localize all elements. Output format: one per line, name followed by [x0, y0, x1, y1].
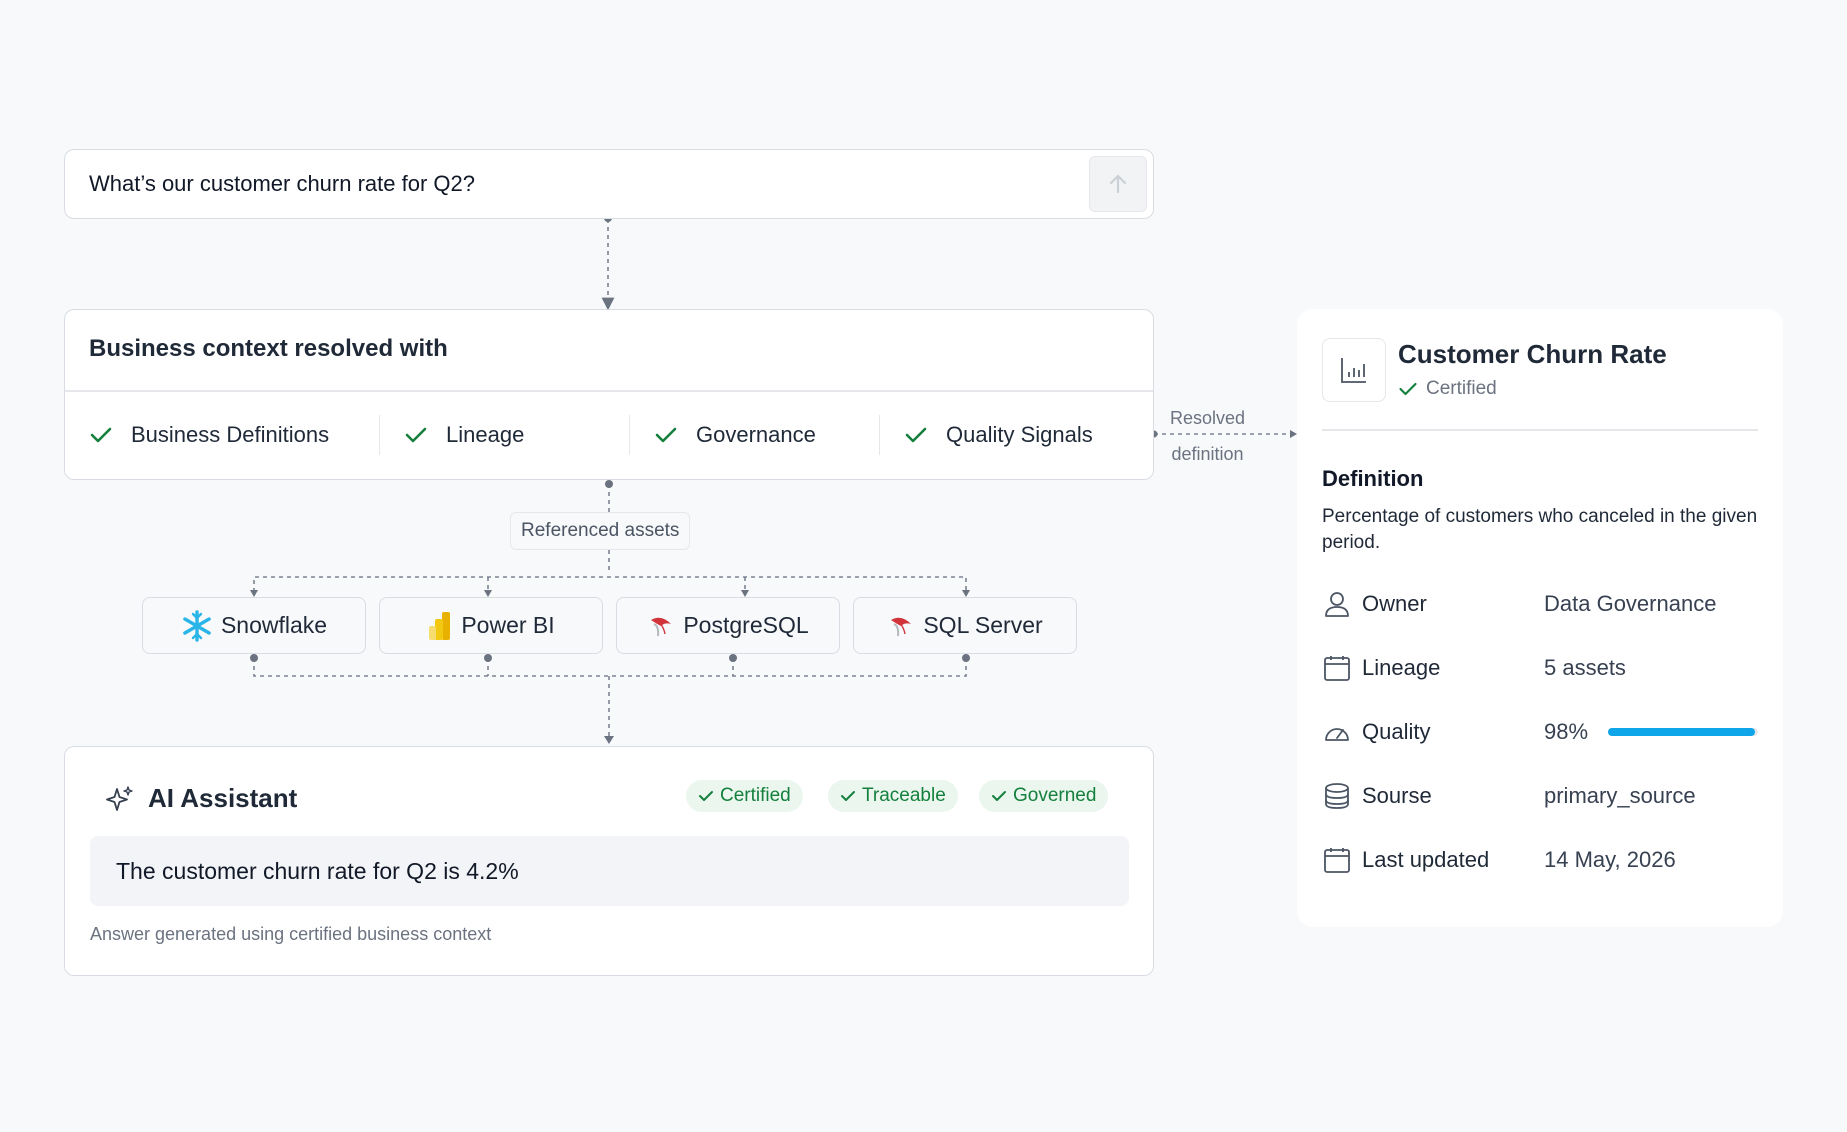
asset-name: SQL Server — [923, 612, 1043, 638]
check-icon — [992, 791, 1006, 801]
metric-icon — [1322, 338, 1386, 402]
detail-divider — [1322, 429, 1758, 431]
property-value: 5 assets — [1544, 655, 1626, 680]
resolved-definition-label: Resolved definition — [1170, 400, 1245, 472]
asset-name: Power BI — [461, 612, 555, 638]
database-icon — [1322, 781, 1352, 811]
check-icon — [90, 427, 112, 443]
metric-status-label: Certified — [1426, 378, 1497, 399]
referenced-assets-label: Referenced assets — [510, 512, 691, 550]
business-context-card: Business context resolved with Business … — [64, 309, 1154, 480]
definition-text: Percentage of customers who canceled in … — [1322, 506, 1758, 553]
badge-label: Traceable — [862, 785, 946, 806]
asset-name: PostgreSQL — [683, 612, 809, 638]
badge-certified: Certified — [686, 780, 803, 812]
check-icon — [655, 427, 677, 443]
property-quality: Quality 98% — [1322, 715, 1762, 749]
property-value: 14 May, 2026 — [1544, 847, 1676, 872]
quality-progress-fill — [1608, 728, 1756, 736]
check-icon — [841, 791, 855, 801]
check-icon — [1399, 382, 1417, 396]
badge-label: Certified — [720, 785, 791, 806]
context-item-business-definitions: Business Definitions — [65, 415, 379, 455]
badge-label: Governed — [1013, 785, 1097, 806]
context-item-label: Lineage — [446, 422, 525, 447]
badge-governed: Governed — [979, 780, 1109, 812]
asset-chip-sql-server[interactable]: SQL Server — [853, 597, 1077, 654]
ai-assistant-card: AI Assistant Certified Traceable Governe… — [64, 746, 1154, 976]
ai-assistant-title: AI Assistant — [148, 783, 298, 813]
send-button[interactable] — [1089, 156, 1147, 212]
context-item-lineage: Lineage — [379, 415, 629, 455]
question-text: What’s our customer churn rate for Q2? — [89, 171, 475, 196]
answer-note: Answer generated using certified busines… — [90, 924, 492, 944]
check-icon — [405, 427, 427, 443]
property-lineage: Lineage 5 assets — [1322, 651, 1762, 685]
context-title: Business context resolved with — [89, 335, 448, 362]
question-bar[interactable]: What’s our customer churn rate for Q2? — [64, 149, 1154, 219]
database-logo-icon — [891, 617, 912, 636]
resolved-line-1: Resolved — [1170, 408, 1246, 428]
arrow-up-icon — [1109, 174, 1127, 194]
user-icon — [1322, 589, 1352, 619]
metric-status: Certified — [1398, 378, 1497, 400]
property-source: Sourse primary_source — [1322, 779, 1762, 813]
context-item-label: Business Definitions — [131, 422, 330, 447]
answer-text: The customer churn rate for Q2 is 4.2% — [116, 858, 519, 884]
property-last-updated: Last updated 14 May, 2026 — [1322, 843, 1762, 877]
context-item-label: Quality Signals — [946, 422, 1093, 447]
bar-chart-icon — [1341, 358, 1366, 383]
context-item-governance: Governance — [629, 415, 879, 455]
context-item-label: Governance — [696, 422, 816, 447]
database-logo-icon — [651, 617, 672, 636]
metric-title: Customer Churn Rate — [1398, 339, 1667, 369]
sparkle-icon — [106, 786, 133, 811]
quality-progress-bar — [1608, 728, 1759, 736]
context-items: Business Definitions Lineage Governance … — [65, 391, 1153, 479]
asset-chip-postgresql[interactable]: PostgreSQL — [616, 597, 840, 654]
calendar-icon — [1322, 845, 1352, 875]
property-owner: Owner Data Governance — [1322, 587, 1762, 621]
metric-detail-panel: Customer Churn Rate Certified Definition… — [1297, 309, 1783, 927]
context-item-quality-signals: Quality Signals — [879, 415, 1149, 455]
asset-chip-snowflake[interactable]: Snowflake — [142, 597, 366, 654]
calendar-icon — [1322, 653, 1352, 683]
asset-name: Snowflake — [220, 612, 328, 638]
resolved-line-2: definition — [1171, 444, 1244, 464]
property-value: Data Governance — [1544, 591, 1717, 616]
badge-traceable: Traceable — [828, 780, 958, 812]
check-icon — [699, 791, 713, 801]
snowflake-icon — [183, 609, 211, 642]
asset-chip-power-bi[interactable]: Power BI — [379, 597, 603, 654]
property-value: primary_source — [1544, 783, 1696, 808]
property-label: Quality — [1362, 719, 1431, 744]
powerbi-icon — [429, 611, 451, 640]
gauge-icon — [1322, 717, 1352, 747]
property-label: Last updated — [1362, 847, 1490, 872]
property-label: Sourse — [1362, 783, 1432, 808]
property-label: Lineage — [1362, 655, 1441, 680]
property-label: Owner — [1362, 591, 1427, 616]
definition-heading: Definition — [1322, 466, 1424, 491]
answer-box: The customer churn rate for Q2 is 4.2% — [90, 836, 1129, 906]
check-icon — [905, 427, 927, 443]
property-value: 98% — [1544, 719, 1589, 744]
